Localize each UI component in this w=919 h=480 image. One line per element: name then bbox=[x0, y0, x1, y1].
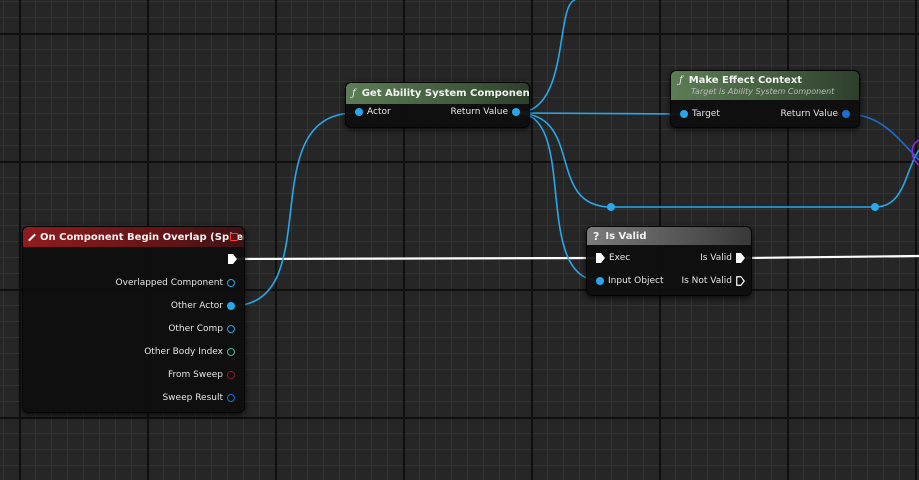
exec-pin-icon[interactable] bbox=[228, 254, 237, 264]
pin-actor[interactable]: Actor bbox=[355, 107, 391, 117]
exec-pin-icon[interactable] bbox=[736, 276, 745, 286]
struct-pin-icon[interactable] bbox=[227, 394, 235, 402]
reroute-node-right[interactable] bbox=[871, 203, 879, 211]
pin-input-object[interactable]: Input Object bbox=[596, 276, 663, 286]
pin-exec-out[interactable] bbox=[228, 254, 237, 264]
node-header[interactable]: ƒ Get Ability System Component bbox=[346, 83, 529, 104]
node-title: Get Ability System Component bbox=[361, 88, 529, 99]
pin-is-not-valid-out[interactable]: Is Not Valid bbox=[681, 276, 745, 286]
object-pin-icon[interactable] bbox=[680, 110, 688, 118]
pin-sweep-result[interactable]: Sweep Result bbox=[162, 393, 235, 403]
boolean-pin-icon[interactable] bbox=[227, 371, 235, 379]
node-on-component-begin-overlap[interactable]: On Component Begin Overlap (Sphere) Over… bbox=[22, 226, 245, 413]
pin-label: Overlapped Component bbox=[115, 278, 223, 288]
object-pin-icon[interactable] bbox=[355, 108, 363, 116]
event-icon bbox=[28, 233, 36, 241]
pin-label: From Sweep bbox=[167, 370, 223, 380]
pin-other-body-index[interactable]: Other Body Index bbox=[144, 347, 235, 357]
node-subtitle: Target is Ability System Component bbox=[691, 87, 835, 96]
pin-label: Return Value bbox=[450, 107, 508, 117]
pin-target[interactable]: Target bbox=[680, 109, 720, 119]
integer-pin-icon[interactable] bbox=[227, 348, 235, 356]
node-is-valid[interactable]: ? Is Valid Exec Is Valid Input Object Is… bbox=[586, 226, 752, 296]
node-get-ability-system-component[interactable]: ƒ Get Ability System Component Actor Ret… bbox=[345, 82, 530, 128]
pin-is-valid-out[interactable]: Is Valid bbox=[700, 253, 745, 263]
exec-pin-icon[interactable] bbox=[596, 253, 605, 263]
pin-label: Is Valid bbox=[700, 253, 732, 263]
object-pin-icon[interactable] bbox=[227, 302, 235, 310]
node-title: Is Valid bbox=[605, 230, 647, 242]
pin-label: Other Comp bbox=[168, 324, 223, 334]
reroute-node-left[interactable] bbox=[607, 203, 615, 211]
stop-icon[interactable] bbox=[230, 233, 238, 241]
node-header[interactable]: ƒ Make Effect Context Target is Ability … bbox=[671, 71, 859, 100]
wire-return-to-target[interactable] bbox=[516, 112, 681, 115]
pin-label: Other Body Index bbox=[144, 347, 223, 357]
pin-label: Target bbox=[692, 109, 720, 119]
node-make-effect-context[interactable]: ƒ Make Effect Context Target is Ability … bbox=[670, 70, 860, 128]
object-pin-icon[interactable] bbox=[227, 279, 235, 287]
pin-label: Exec bbox=[609, 253, 631, 263]
object-pin-icon[interactable] bbox=[596, 277, 604, 285]
macro-icon: ? bbox=[593, 229, 600, 243]
pin-label: Input Object bbox=[608, 276, 664, 286]
wire-other-actor-to-actor[interactable] bbox=[230, 112, 356, 307]
pin-label: Is Not Valid bbox=[681, 276, 732, 286]
pin-label: Return Value bbox=[780, 109, 838, 119]
pin-from-sweep[interactable]: From Sweep bbox=[168, 370, 235, 380]
node-title: On Component Begin Overlap (Sphere) bbox=[40, 231, 244, 243]
pin-other-comp[interactable]: Other Comp bbox=[168, 324, 235, 334]
pin-return-value[interactable]: Return Value bbox=[781, 109, 850, 119]
pin-label: Actor bbox=[367, 107, 391, 117]
node-header[interactable]: ? Is Valid bbox=[587, 227, 751, 245]
pin-label: Other Actor bbox=[170, 301, 223, 311]
object-pin-icon[interactable] bbox=[842, 110, 850, 118]
node-header[interactable]: On Component Begin Overlap (Sphere) bbox=[23, 227, 244, 247]
pin-other-actor[interactable]: Other Actor bbox=[171, 301, 235, 311]
pin-return-value[interactable]: Return Value bbox=[451, 107, 520, 117]
function-icon: ƒ bbox=[352, 88, 356, 99]
object-pin-icon[interactable] bbox=[227, 325, 235, 333]
pin-exec-in[interactable]: Exec bbox=[596, 253, 630, 263]
pin-label: Sweep Result bbox=[162, 393, 223, 403]
wire-exec-overlap-to-isvalid[interactable] bbox=[233, 256, 600, 261]
node-title: Make Effect Context bbox=[688, 75, 803, 86]
object-pin-icon[interactable] bbox=[512, 108, 520, 116]
exec-pin-icon[interactable] bbox=[736, 253, 745, 263]
function-icon: ƒ bbox=[679, 75, 683, 86]
wire-exec-isvalid-out[interactable] bbox=[744, 254, 919, 260]
pin-overlapped-component[interactable]: Overlapped Component bbox=[116, 278, 235, 288]
